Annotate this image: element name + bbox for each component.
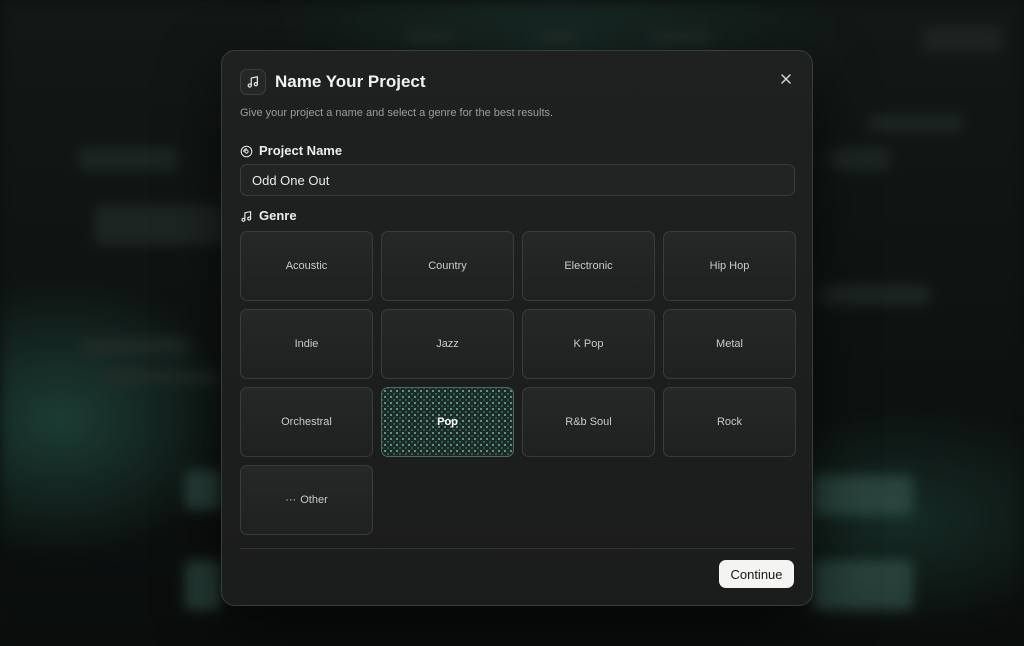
genre-option-hip-hop[interactable]: Hip Hop [663,231,796,301]
background-nav-item [405,32,455,42]
music-note-icon [241,210,252,222]
genre-option-label: Acoustic [285,260,328,272]
genre-option-label: Electronic [564,260,613,272]
genre-option-pop[interactable]: Pop [381,387,514,457]
dialog-subtitle: Give your project a name and select a ge… [240,107,554,119]
vinyl-record-icon [240,145,253,157]
background-track [185,470,221,510]
background-track [813,560,913,610]
genre-option-label: R&b Soul [565,416,612,428]
background-nav-item [538,32,578,42]
background-bar [78,148,178,170]
genre-option-other[interactable]: ··· Other [240,465,373,535]
genre-option-rock[interactable]: Rock [663,387,796,457]
close-icon [781,74,791,84]
genre-option-label-text: Other [300,494,328,506]
genre-label: Genre [240,208,297,224]
genre-option-label: Indie [294,338,319,350]
genre-option-label: Jazz [436,338,459,350]
continue-button[interactable]: Continue [719,560,794,588]
genre-option-label: ··· Other [285,494,328,506]
genre-option-label: Metal [716,338,743,350]
genre-option-label: Hip Hop [709,260,750,272]
project-name-label: Project Name [240,143,342,159]
background-bar [830,148,890,170]
genre-option-metal[interactable]: Metal [663,309,796,379]
music-note-icon [240,69,266,95]
genre-label-text: Genre [259,208,297,223]
background-bar [100,370,220,384]
background-track [185,560,221,610]
project-name-label-text: Project Name [259,143,343,158]
project-name-input[interactable] [240,164,795,196]
name-project-dialog: Name Your Project Give your project a na… [221,50,813,606]
background-bar [868,115,963,131]
genre-option-electronic[interactable]: Electronic [522,231,655,301]
background-bar [80,338,190,354]
genre-option-country[interactable]: Country [381,231,514,301]
background-track [813,475,913,515]
dialog-title: Name Your Project [275,72,426,91]
genre-option-k-pop[interactable]: K Pop [522,309,655,379]
genre-option-label: Country [428,260,467,272]
background-nav-item [650,32,710,42]
genre-option-jazz[interactable]: Jazz [381,309,514,379]
genre-option-label: Pop [437,416,458,428]
genre-grid: Acoustic Country Electronic Hip Hop Indi… [240,231,796,535]
genre-option-orchestral[interactable]: Orchestral [240,387,373,457]
close-button[interactable] [776,69,796,89]
background-bar [820,285,930,305]
background-button [922,26,1002,52]
genre-option-label: Orchestral [281,416,332,428]
genre-option-acoustic[interactable]: Acoustic [240,231,373,301]
ellipsis-icon: ··· [285,494,297,506]
genre-option-label: Rock [716,416,743,428]
genre-option-label: K Pop [573,338,604,350]
genre-option-indie[interactable]: Indie [240,309,373,379]
footer-divider [240,548,794,549]
background-bar [95,205,225,245]
genre-option-rnb-soul[interactable]: R&b Soul [522,387,655,457]
